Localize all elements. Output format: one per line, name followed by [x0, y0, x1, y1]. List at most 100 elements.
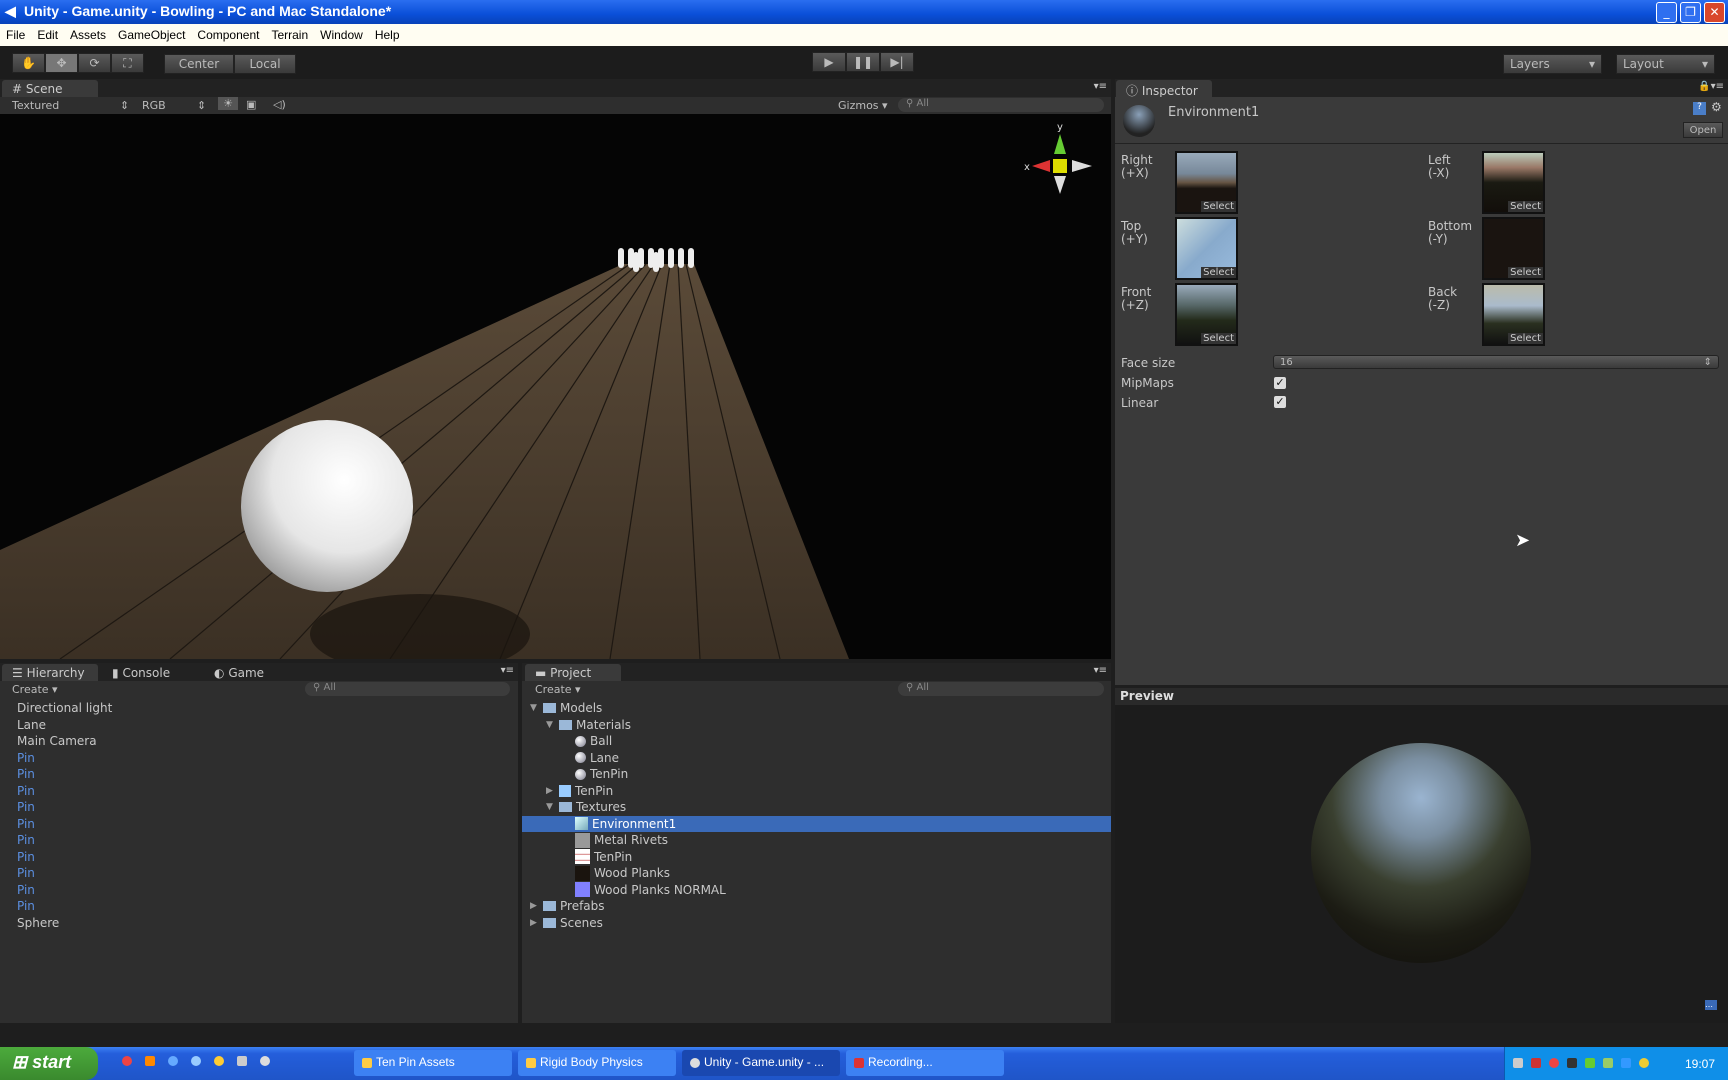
start-button[interactable]: ⊞ start	[0, 1047, 98, 1080]
hierarchy-item[interactable]: Pin	[17, 766, 518, 783]
app-icon[interactable]	[237, 1056, 247, 1066]
hierarchy-item[interactable]: Pin	[17, 783, 518, 800]
face-right-slot[interactable]: Select	[1175, 151, 1238, 214]
project-item[interactable]: ▼ Textures	[522, 799, 1111, 816]
hierarchy-item[interactable]: Pin	[17, 882, 518, 899]
hierarchy-item[interactable]: Pin	[17, 865, 518, 882]
tray-icon[interactable]	[1603, 1058, 1613, 1068]
layers-dropdown[interactable]: Layers ▾	[1503, 54, 1602, 74]
panel-menu-icon[interactable]: ▾≡	[501, 665, 514, 676]
expand-down-icon[interactable]: ▼	[546, 799, 555, 816]
face-top-slot[interactable]: Select	[1175, 217, 1238, 280]
close-button[interactable]: ✕	[1704, 2, 1725, 23]
minimize-button[interactable]: _	[1656, 2, 1677, 23]
project-item[interactable]: Metal Rivets	[522, 832, 1111, 849]
play-button[interactable]: ▶	[812, 52, 846, 72]
pivot-center-button[interactable]: Center	[164, 54, 234, 74]
volume-icon[interactable]	[1567, 1058, 1577, 1068]
move-tool-button[interactable]: ✥	[45, 53, 78, 73]
menu-help[interactable]: Help	[375, 28, 400, 42]
select-button[interactable]: Select	[1508, 201, 1543, 212]
face-size-dropdown[interactable]: 16 ⇕	[1273, 355, 1719, 369]
project-item[interactable]: ▼ Materials	[522, 717, 1111, 734]
app-icon[interactable]	[191, 1056, 201, 1066]
select-button[interactable]: Select	[1508, 267, 1543, 278]
tray-icon[interactable]	[1585, 1058, 1595, 1068]
preview-settings-icon[interactable]: …	[1705, 1000, 1717, 1010]
select-button[interactable]: Select	[1508, 333, 1543, 344]
hierarchy-search-input[interactable]: ⚲ All	[305, 682, 510, 696]
project-item[interactable]: TenPin	[522, 766, 1111, 783]
help-icon[interactable]: ?	[1693, 102, 1706, 115]
channel-dropdown[interactable]: RGB	[142, 99, 166, 112]
scale-tool-button[interactable]: ⛶	[111, 53, 144, 73]
tray-icon[interactable]	[1549, 1058, 1559, 1068]
scene-viewport[interactable]: y x	[0, 114, 1111, 659]
menu-component[interactable]: Component	[197, 28, 259, 42]
project-item[interactable]: TenPin	[522, 849, 1111, 866]
face-back-slot[interactable]: Select	[1482, 283, 1545, 346]
hierarchy-item[interactable]: Pin	[17, 799, 518, 816]
menu-edit[interactable]: Edit	[37, 28, 58, 42]
chrome-icon[interactable]	[122, 1056, 132, 1066]
expand-down-icon[interactable]: ▼	[546, 717, 555, 734]
face-front-slot[interactable]: Select	[1175, 283, 1238, 346]
hierarchy-item[interactable]: Pin	[17, 832, 518, 849]
tray-icon[interactable]	[1513, 1058, 1523, 1068]
menu-terrain[interactable]: Terrain	[271, 28, 308, 42]
project-create-button[interactable]: Create ▾	[535, 683, 581, 696]
hierarchy-item[interactable]: Main Camera	[17, 733, 518, 750]
expand-right-icon[interactable]: ▶	[546, 783, 555, 800]
tray-icon[interactable]	[1639, 1058, 1649, 1068]
step-button[interactable]: ▶|	[880, 52, 914, 72]
task-unity[interactable]: Unity - Game.unity - ...	[682, 1050, 840, 1076]
expand-right-icon[interactable]: ▶	[530, 915, 539, 932]
tab-hierarchy[interactable]: ☰ Hierarchy	[2, 664, 98, 682]
hierarchy-item[interactable]: Lane	[17, 717, 518, 734]
menu-assets[interactable]: Assets	[70, 28, 106, 42]
select-button[interactable]: Select	[1201, 267, 1236, 278]
hierarchy-item[interactable]: Pin	[17, 898, 518, 915]
expand-down-icon[interactable]: ▼	[530, 700, 539, 717]
hierarchy-create-button[interactable]: Create ▾	[12, 683, 58, 696]
linear-checkbox[interactable]: ✓	[1274, 396, 1286, 408]
project-item[interactable]: Ball	[522, 733, 1111, 750]
menu-window[interactable]: Window	[320, 28, 363, 42]
open-button[interactable]: Open	[1683, 122, 1723, 138]
render-mode-dropdown[interactable]: Textured	[12, 99, 59, 112]
tab-game[interactable]: ◐ Game	[214, 666, 264, 680]
tab-console[interactable]: ▮ Console	[112, 666, 170, 680]
hand-tool-button[interactable]: ✋	[12, 53, 45, 73]
project-item[interactable]: Lane	[522, 750, 1111, 767]
hierarchy-item[interactable]: Directional light	[17, 700, 518, 717]
project-search-input[interactable]: ⚲ All	[898, 682, 1104, 696]
face-left-slot[interactable]: Select	[1482, 151, 1545, 214]
project-item[interactable]: ▶ TenPin	[522, 783, 1111, 800]
lighting-toggle-icon[interactable]: ☀	[218, 97, 238, 110]
task-ten-pin-assets[interactable]: Ten Pin Assets	[354, 1050, 512, 1076]
gizmos-dropdown[interactable]: Gizmos ▾	[838, 99, 888, 112]
expand-right-icon[interactable]: ▶	[530, 898, 539, 915]
mipmaps-checkbox[interactable]: ✓	[1274, 377, 1286, 389]
select-button[interactable]: Select	[1201, 333, 1236, 344]
scene-search-input[interactable]: ⚲ All	[898, 98, 1104, 112]
lock-icon[interactable]: 🔒▾≡	[1698, 81, 1724, 92]
media-icon[interactable]	[214, 1056, 224, 1066]
project-item[interactable]: Wood Planks NORMAL	[522, 882, 1111, 899]
gear-icon[interactable]: ⚙	[1711, 100, 1722, 114]
project-item[interactable]: ▼ Models	[522, 700, 1111, 717]
project-item[interactable]: ▶ Scenes	[522, 915, 1111, 932]
hierarchy-item[interactable]: Sphere	[17, 915, 518, 932]
audio-toggle-icon[interactable]: ◁)	[273, 98, 286, 111]
task-recording[interactable]: Recording...	[846, 1050, 1004, 1076]
hierarchy-item[interactable]: Pin	[17, 750, 518, 767]
vlc-icon[interactable]	[145, 1056, 155, 1066]
project-item[interactable]: ▶ Prefabs	[522, 898, 1111, 915]
maximize-button[interactable]: ❐	[1680, 2, 1701, 23]
unity-icon[interactable]	[260, 1056, 270, 1066]
rotate-tool-button[interactable]: ⟳	[78, 53, 111, 73]
menu-file[interactable]: File	[6, 28, 25, 42]
image-toggle-icon[interactable]: ▣	[246, 98, 256, 111]
preview-area[interactable]: …	[1115, 705, 1728, 1023]
face-bottom-slot[interactable]: Select	[1482, 217, 1545, 280]
